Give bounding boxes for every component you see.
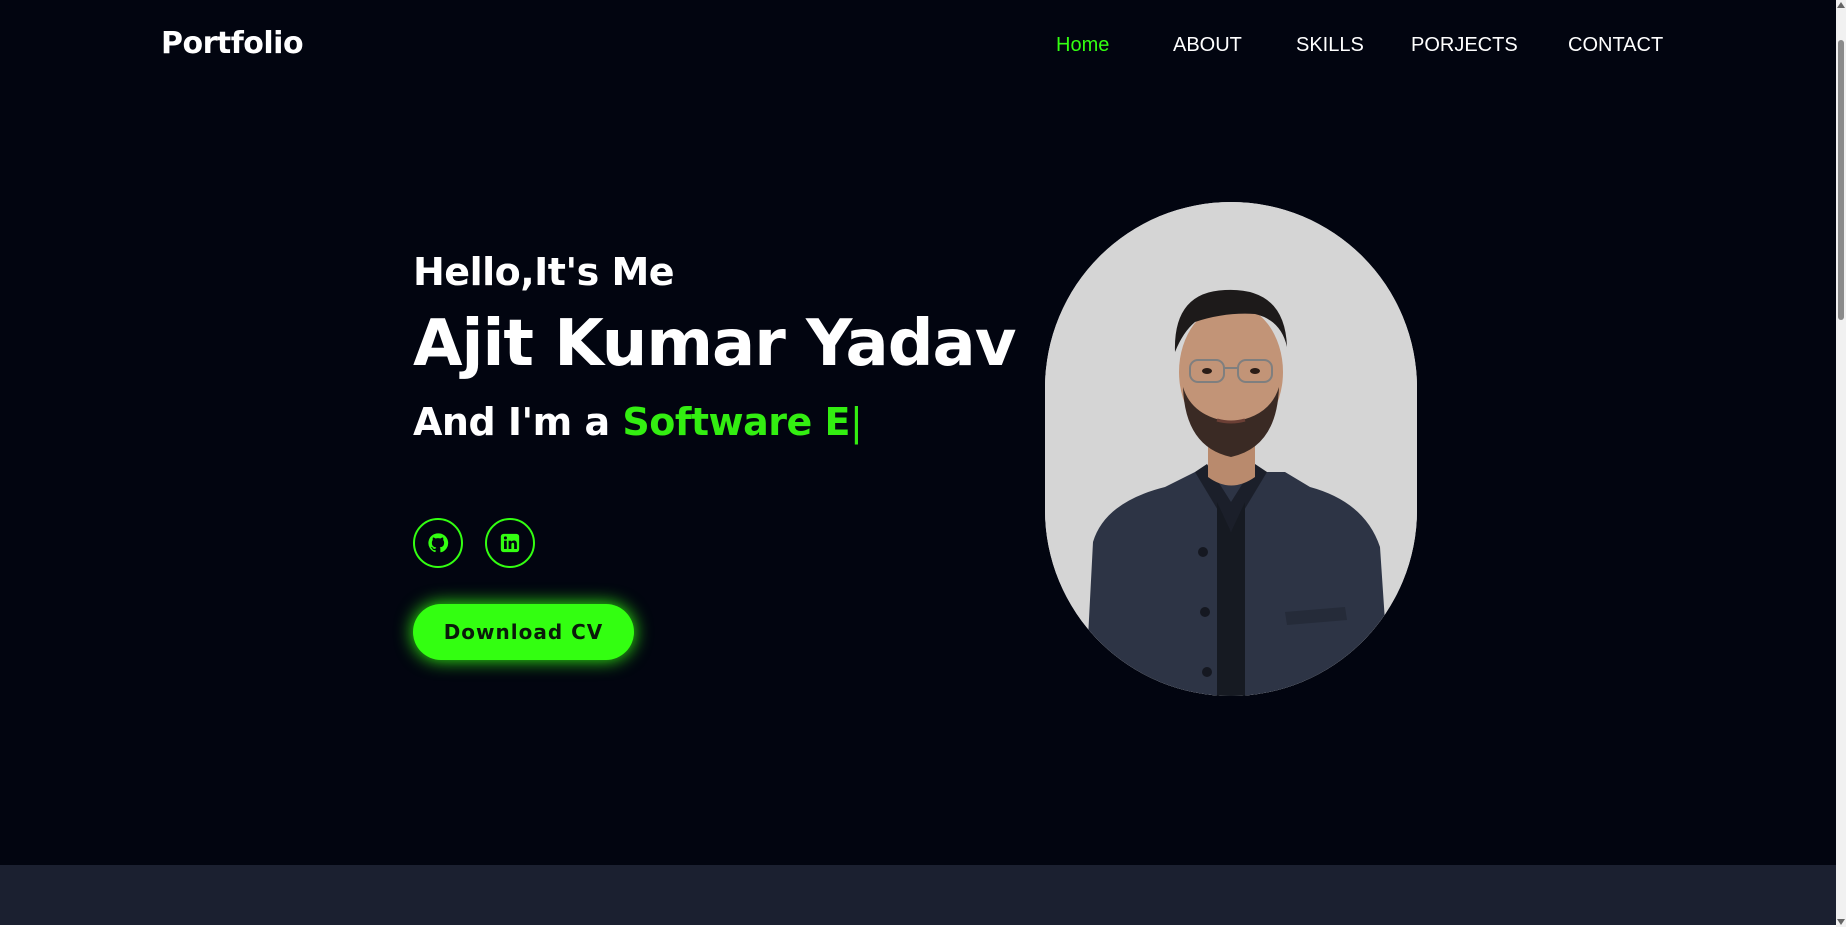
scroll-thumb[interactable] — [1838, 40, 1844, 320]
role-prefix: And I'm a — [413, 400, 623, 444]
hero-name: Ajit Kumar Yadav — [413, 307, 1016, 381]
nav-home[interactable]: Home — [1056, 34, 1109, 57]
linkedin-icon — [499, 532, 521, 554]
hero-section: Portfolio Home ABOUT SKILLS PORJECTS CON… — [0, 0, 1836, 865]
nav-skills[interactable]: SKILLS — [1296, 34, 1364, 57]
greeting-text: Hello,It's Me — [413, 250, 675, 294]
profile-photo — [1045, 202, 1417, 696]
scroll-down-arrow-icon[interactable] — [1837, 919, 1845, 925]
role-typed-text: Software E — [622, 400, 850, 444]
nav-contact[interactable]: CONTACT — [1568, 34, 1663, 57]
typing-caret: | — [850, 400, 863, 444]
portrait-illustration — [1045, 202, 1417, 696]
scroll-up-arrow-icon[interactable] — [1837, 2, 1845, 8]
linkedin-link[interactable] — [485, 518, 535, 568]
next-section — [0, 865, 1836, 927]
download-cv-button[interactable]: Download CV — [413, 604, 634, 660]
page-scrollbar[interactable] — [1836, 0, 1846, 927]
main-nav: Home ABOUT SKILLS PORJECTS CONTACT — [0, 34, 1836, 64]
github-link[interactable] — [413, 518, 463, 568]
github-icon — [427, 532, 449, 554]
nav-projects[interactable]: PORJECTS — [1411, 34, 1518, 57]
nav-about[interactable]: ABOUT — [1173, 34, 1242, 57]
role-line: And I'm a Software E| — [413, 400, 863, 444]
